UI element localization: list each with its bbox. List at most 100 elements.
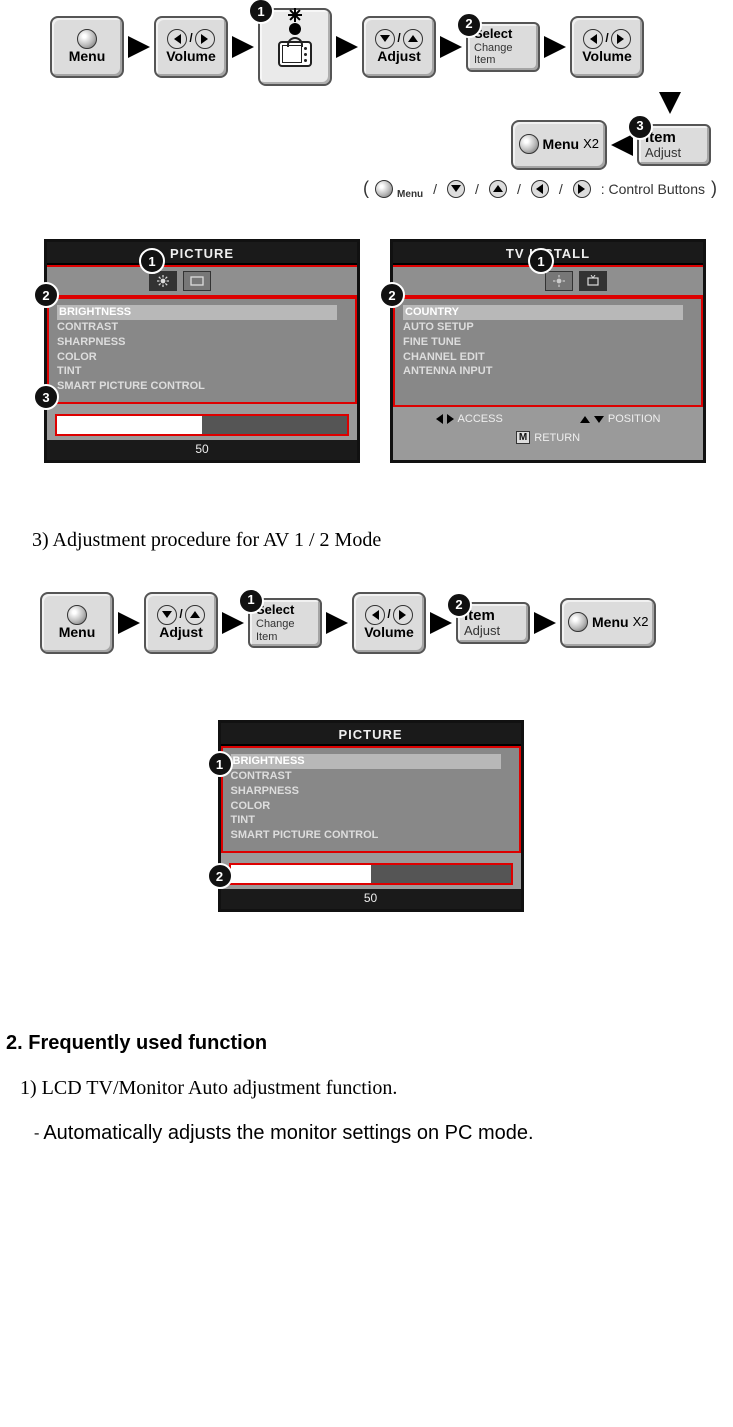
left-arrow-icon: [167, 29, 187, 49]
arrow-right-icon: [440, 36, 462, 58]
osd-tv-item-1: AUTO SETUP: [403, 320, 693, 335]
step-badge-2: 2: [456, 12, 482, 38]
osd-picture-av-slider: [229, 863, 513, 885]
osd-picture-slider-fill: [57, 416, 202, 434]
bullet1-content: Automatically adjusts the monitor settin…: [43, 1122, 533, 1144]
right-arrow-icon: [195, 29, 215, 49]
left-arrow-icon: [436, 414, 443, 424]
adjust-icons: /: [375, 29, 422, 49]
menu-button-av-label: Menu: [59, 625, 96, 640]
item-adjust-line1: Item: [645, 129, 703, 146]
adjust-button: / Adjust: [362, 16, 436, 78]
adjust-button-label: Adjust: [377, 49, 421, 64]
menu-x2-button-av: Menu X2: [560, 598, 656, 648]
select-label-av: Select: [256, 603, 314, 618]
osd-picture-item-4: TINT: [57, 364, 347, 379]
arrow-right-icon: [534, 612, 556, 634]
right-arrow-icon: [611, 29, 631, 49]
osd-picture-av-slider-value: 50: [221, 889, 521, 909]
tab-tv-icon: [579, 271, 607, 291]
arrow-right-icon: [118, 612, 140, 634]
osd1-badge-1: 1: [139, 248, 165, 274]
osd-picture-item-0: BRIGHTNESS: [57, 305, 337, 320]
change-label-av: Change: [256, 618, 314, 631]
volume-button-av: / Volume: [352, 592, 426, 654]
footer-return-label: RETURN: [534, 432, 580, 444]
right-arrow-icon: [447, 414, 454, 424]
adjust-button-av: / Adjust: [144, 592, 218, 654]
arrow-down-icon: [659, 92, 681, 114]
menu-circle-icon: [77, 29, 97, 49]
volume-button: / Volume: [154, 16, 228, 78]
control-buttons-legend: ( Menu / / / / : Control Buttons ): [4, 178, 733, 199]
footer-return-key: M: [516, 431, 530, 444]
brightness-tv-iconbox: 1: [258, 8, 332, 86]
menu-button-label: Menu: [69, 49, 106, 64]
arrow-right-icon: [326, 612, 348, 634]
osd-picture-panel-av: 1 2 PICTURE BRIGHTNESS CONTRAST SHARPNES…: [218, 720, 524, 912]
osd-picture-title: PICTURE: [47, 242, 357, 265]
sun-icon: [285, 19, 305, 39]
av-badge-2: 2: [446, 592, 472, 618]
osd-picture-av-menu: BRIGHTNESS CONTRAST SHARPNESS COLOR TINT…: [221, 746, 521, 853]
select-label: Select: [474, 27, 532, 42]
down-arrow-icon: [157, 605, 177, 625]
osd-av-item-0: BRIGHTNESS: [231, 754, 501, 769]
menu-circle-icon: [67, 605, 87, 625]
heading-frequently-used: 2. Frequently used function: [6, 1032, 733, 1055]
volume-button-label: Volume: [166, 49, 216, 64]
arrow-right-icon: [544, 36, 566, 58]
up-arrow-icon: [489, 180, 507, 198]
osd-tv-item-3: CHANNEL EDIT: [403, 350, 693, 365]
up-arrow-icon: [185, 605, 205, 625]
up-arrow-icon: [580, 416, 590, 423]
osd1-badge-2: 2: [33, 282, 59, 308]
select-change-item-av: 1 Select Change Item: [248, 598, 322, 648]
osd-tv-item-2: FINE TUNE: [403, 335, 693, 350]
osd-tv-install-panel: 1 2 TV INSTALL COUNTRY AUTO SETUP FINE T…: [390, 239, 706, 463]
item-adjust-box-av: 2 Item Adjust: [456, 602, 530, 644]
osd-picture-item-3: COLOR: [57, 350, 347, 365]
left-arrow-icon: [365, 605, 385, 625]
volume-button-2-label: Volume: [582, 49, 632, 64]
sub1-text: 1) LCD TV/Monitor Auto adjustment functi…: [20, 1077, 733, 1100]
osd-tv-item-4: ANTENNA INPUT: [403, 364, 693, 379]
osd-av-item-4: TINT: [231, 813, 511, 828]
up-arrow-icon: [403, 29, 423, 49]
right-arrow-icon: [573, 180, 591, 198]
osd-av-item-2: SHARPNESS: [231, 784, 511, 799]
step3-text: 3) Adjustment procedure for AV 1 / 2 Mod…: [32, 529, 733, 552]
osd-picture-item-2: SHARPNESS: [57, 335, 347, 350]
down-arrow-icon: [447, 180, 465, 198]
bullet1-text: - Automatically adjusts the monitor sett…: [34, 1122, 733, 1145]
item-adjust-box: 3 Item Adjust: [637, 124, 711, 166]
av-badge-1: 1: [238, 588, 264, 614]
step-badge-1: 1: [248, 0, 274, 24]
osd-picture-tabbar: [47, 265, 357, 297]
item-adjust-av-line1: Item: [464, 607, 522, 624]
menu-circle-icon: [568, 612, 588, 632]
item-label-av: Item: [256, 631, 314, 644]
change-label: Change: [474, 42, 532, 55]
tv-icon: [278, 41, 312, 67]
menu-circle-icon: [519, 134, 539, 154]
osd2-badge-2: 2: [379, 282, 405, 308]
arrow-right-icon: [336, 36, 358, 58]
step-badge-3: 3: [627, 114, 653, 140]
menu-circle-icon: [375, 180, 393, 198]
osd-av-item-3: COLOR: [231, 799, 511, 814]
osd-tv-item-0: COUNTRY: [403, 305, 683, 320]
legend-menu-label: Menu: [397, 189, 423, 200]
osd-picture-item-1: CONTRAST: [57, 320, 347, 335]
arrow-left-icon: [611, 134, 633, 156]
arrow-right-icon: [430, 612, 452, 634]
osd2-badge-1: 1: [528, 248, 554, 274]
down-arrow-icon: [375, 29, 395, 49]
volume-icons: /: [167, 29, 214, 49]
tab-screen-icon: [183, 271, 211, 291]
footer-access-label: ACCESS: [458, 413, 503, 425]
osd-picture-slider-value: 50: [47, 440, 357, 460]
menu-x2-label: Menu: [543, 137, 580, 152]
right-arrow-icon: [393, 605, 413, 625]
volume-icons-2: /: [583, 29, 630, 49]
